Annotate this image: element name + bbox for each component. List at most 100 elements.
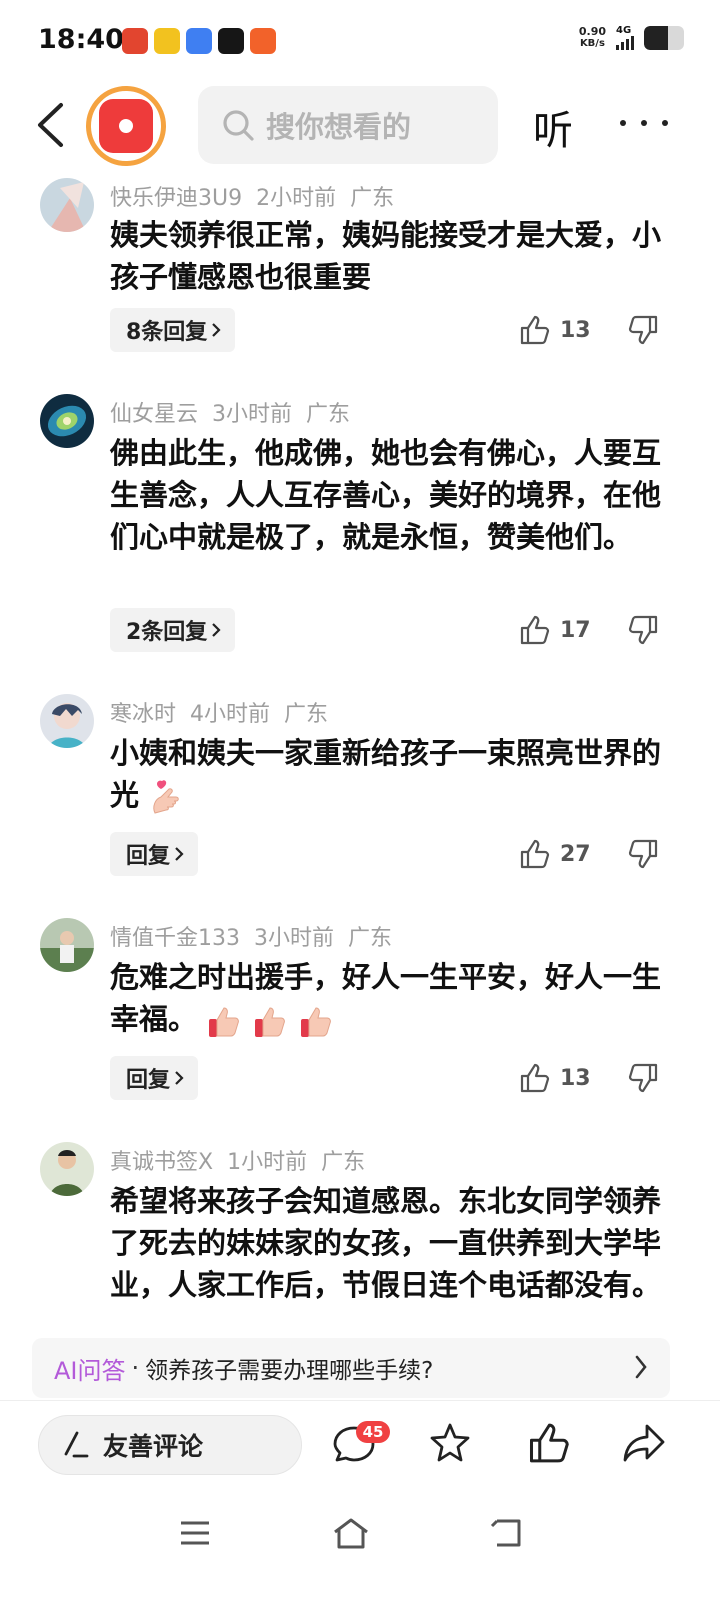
reply-button[interactable]: 回复: [110, 832, 199, 876]
write-comment-input[interactable]: 友善评论: [38, 1415, 302, 1475]
more-dot: [662, 120, 668, 126]
thumbs-up-emoji-icon: [209, 1007, 239, 1037]
thumbs-up-icon: [520, 1063, 550, 1093]
comment-time: 2小时前: [256, 186, 337, 211]
thumbs-up-emoji-icon: [301, 1007, 332, 1037]
redpacket-app-icon: [122, 28, 148, 54]
dislike-button[interactable]: [626, 308, 662, 352]
signal-icon: 4G: [616, 26, 634, 50]
chevron-left-icon: [38, 103, 63, 147]
share-button[interactable]: [620, 1419, 668, 1467]
comment-location: 广东: [350, 186, 395, 211]
chevron-right-icon: [175, 1071, 184, 1085]
dislike-button[interactable]: [626, 608, 662, 652]
comment-time: 3小时前: [254, 926, 334, 951]
like-count: 17: [560, 617, 591, 643]
comment-username[interactable]: 仙女星云: [110, 402, 198, 427]
like-article-button[interactable]: [524, 1419, 572, 1467]
ai-separator: ·: [131, 1354, 140, 1382]
comment-text: 希望将来孩子会知道感恩。东北女同学领养了死去的妹妹家的女孩，一直供养到大学毕业，…: [110, 1184, 662, 1302]
reply-button[interactable]: 回复: [110, 1056, 199, 1100]
thumbs-down-icon: [628, 315, 658, 345]
battery-icon: [644, 26, 684, 50]
menu-button[interactable]: [170, 1508, 220, 1558]
like-count: 27: [560, 841, 591, 867]
status-bar: 18:40 0.90 KB/s 4G: [0, 0, 720, 82]
avatar[interactable]: [40, 694, 94, 748]
like-button[interactable]: 27: [518, 832, 591, 876]
ai-question: 领养孩子需要办理哪些手续?: [145, 1358, 434, 1384]
back-nav-button[interactable]: [482, 1508, 532, 1558]
comment-text: 姨夫领养很正常，姨妈能接受才是大爱，小孩子懂感恩也很重要: [110, 218, 662, 294]
finger-heart-emoji-icon: [153, 780, 179, 814]
more-dot: [620, 120, 626, 126]
thumbs-down-icon: [628, 839, 658, 869]
avatar[interactable]: [40, 178, 94, 232]
thumbs-up-icon: [520, 315, 550, 345]
dislike-button[interactable]: [626, 832, 662, 876]
comment-username[interactable]: 快乐伊迪3U9: [110, 186, 242, 211]
home-icon: [334, 1518, 368, 1549]
chevron-right-icon: [212, 323, 221, 337]
comment-meta: 快乐伊迪3U9 2小时前 广东: [110, 180, 408, 212]
avatar[interactable]: [40, 1142, 94, 1196]
search-icon: [223, 110, 254, 141]
thumbs-up-icon: [520, 839, 550, 869]
chevron-right-icon: [635, 1355, 647, 1379]
thumbs-up-icon: [529, 1423, 569, 1463]
comment-username[interactable]: 情值千金133: [110, 926, 240, 951]
comment-username[interactable]: 真诚书签X: [110, 1150, 213, 1175]
more-button[interactable]: [620, 100, 668, 146]
thumbs-up-emoji-icon: [255, 1007, 286, 1037]
like-count: 13: [560, 317, 591, 343]
comment-time: 3小时前: [212, 402, 293, 427]
avatar[interactable]: [40, 394, 94, 448]
listen-button[interactable]: 听: [533, 98, 573, 156]
comment-username[interactable]: 寒冰时: [110, 702, 176, 727]
favorite-button[interactable]: [426, 1419, 474, 1467]
comment-location: 广东: [306, 402, 351, 427]
like-count: 13: [560, 1065, 591, 1091]
comment-meta: 真诚书签X 1小时前 广东: [110, 1144, 379, 1176]
comment-meta: 仙女星云 3小时前 广东: [110, 396, 364, 428]
feather-app-icon: [186, 28, 212, 54]
menu-icon: [181, 1521, 209, 1545]
logo-icon: [99, 99, 153, 153]
back-button[interactable]: [28, 100, 72, 150]
system-nav-bar: [0, 1496, 720, 1608]
dislike-button[interactable]: [626, 1056, 662, 1100]
reply-button[interactable]: 8条回复: [110, 308, 236, 352]
like-button[interactable]: 13: [518, 1056, 591, 1100]
share-icon: [623, 1424, 665, 1462]
thumbs-down-icon: [628, 615, 658, 645]
ai-label: AI问答: [54, 1356, 126, 1385]
comment-text: 小姨和姨夫一家重新给孩子一束照亮世界的光: [110, 732, 670, 816]
more-dot: [641, 120, 647, 126]
comment-time: 4小时前: [190, 702, 271, 727]
status-time: 18:40: [38, 24, 124, 55]
home-button[interactable]: [326, 1508, 376, 1558]
search-input[interactable]: 搜你想看的: [198, 86, 498, 164]
star-icon: [430, 1423, 470, 1462]
comment-text: 危难之时出援手，好人一生平安，好人一生幸福。: [110, 956, 670, 1040]
chevron-right-icon: [212, 623, 221, 637]
comment-location: 广东: [321, 1150, 366, 1175]
like-button[interactable]: 17: [518, 608, 591, 652]
like-button[interactable]: 13: [518, 308, 591, 352]
pen-icon: [64, 1431, 89, 1458]
avatar[interactable]: [40, 918, 94, 972]
reply-button[interactable]: 2条回复: [110, 608, 236, 652]
taobao-app-icon: [250, 28, 276, 54]
ai-question-bar[interactable]: AI问答 · 领养孩子需要办理哪些手续?: [32, 1338, 670, 1398]
bottom-action-bar: 友善评论 45: [0, 1400, 720, 1496]
tiktok-app-icon: [218, 28, 244, 54]
hand-app-icon: [154, 28, 180, 54]
status-right: 0.90 KB/s 4G: [579, 26, 684, 50]
status-app-icons: [122, 28, 276, 54]
thumbs-up-icon: [520, 615, 550, 645]
comment-item: 真诚书签X 1小时前 广东 希望将来孩子会知道感恩。东北女同学领养了死去的妹妹家的女…: [0, 1142, 720, 1338]
comment-meta: 情值千金133 3小时前 广东: [110, 920, 406, 952]
app-logo[interactable]: [86, 86, 166, 166]
net-speed: 0.90 KB/s: [578, 25, 606, 50]
thumbs-down-icon: [628, 1063, 658, 1093]
